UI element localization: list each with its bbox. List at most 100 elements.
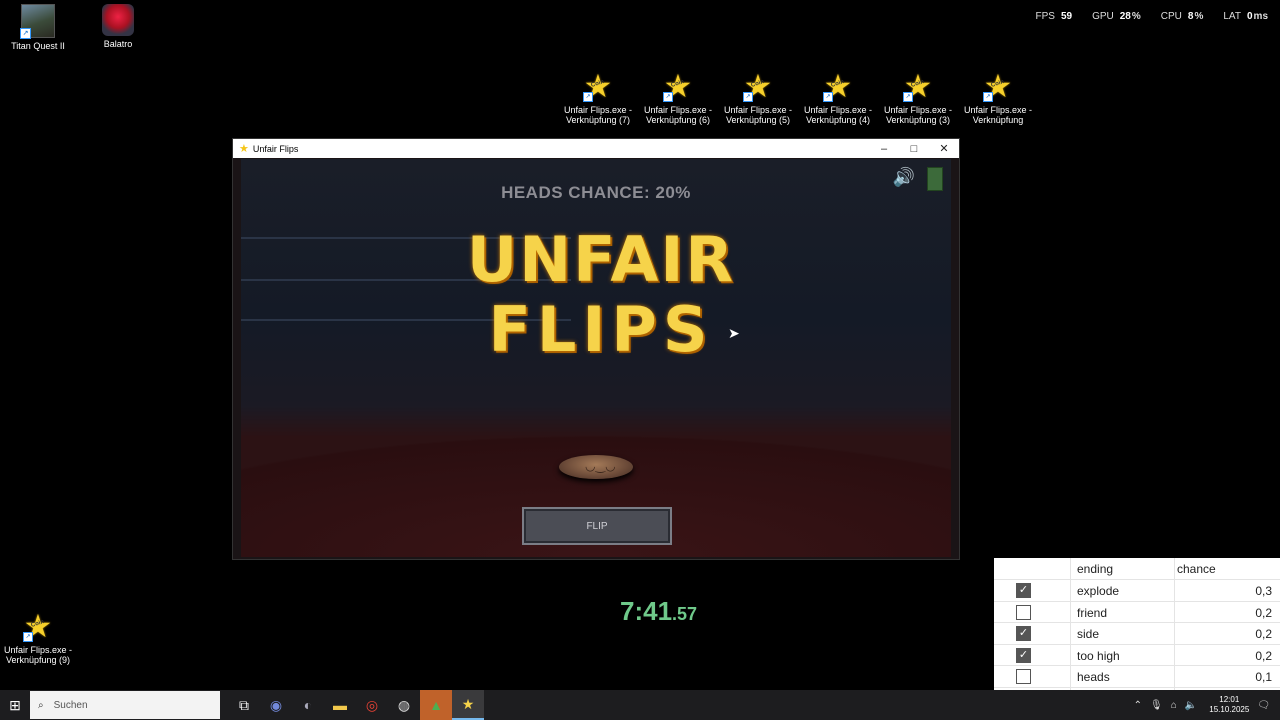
flip-button[interactable]: FLIP: [522, 507, 672, 545]
desktop-icon-titan-quest[interactable]: ↗ Titan Quest II: [0, 4, 76, 51]
logo-line2: FLIPS: [488, 293, 714, 366]
shortcut-label-line2: Verknüpfung (6): [645, 115, 711, 125]
shortcut-label-line2: Verknüpfung: [972, 115, 1024, 125]
network-icon[interactable]: ⌂: [1171, 700, 1177, 711]
row-checkbox[interactable]: [1016, 604, 1031, 620]
chance-cell: 0,2: [1255, 648, 1272, 663]
system-tray: ⌃ 🎙 ⌂ 🔈 12:01 15.10.2025 🗨: [1134, 695, 1280, 715]
timer-fraction: .57: [672, 604, 698, 624]
unfair-flips-taskbar-icon[interactable]: ★: [452, 690, 484, 720]
fps-stat: FPS 59: [1035, 11, 1073, 22]
discord-icon[interactable]: ◉: [260, 690, 292, 720]
ending-cell: too high: [1077, 648, 1120, 663]
unfair-flips-star-icon: ★ Coin ↗: [663, 68, 693, 104]
shortcut-unfair-flips-6[interactable]: ★ Coin ↗ Unfair Flips.exe - Verknüpfung (6…: [640, 70, 716, 125]
unfair-flips-star-icon: ★ Coin ↗: [823, 68, 853, 104]
game-window: ★ Unfair Flips – □ ✕ HEADS CHANCE: 20% 🔊…: [232, 138, 960, 560]
chance-cell: 0,1: [1255, 670, 1272, 685]
task-view-icon[interactable]: ⧉: [228, 690, 260, 720]
chrome-icon[interactable]: ◎: [356, 690, 388, 720]
shortcut-label-line2: Verknüpfung (7): [565, 115, 631, 125]
window-titlebar[interactable]: ★ Unfair Flips – □ ✕: [233, 139, 959, 158]
latency-stat: LAT 0ms: [1223, 11, 1268, 22]
clock-date: 15.10.2025: [1209, 705, 1250, 714]
row-checkbox[interactable]: ✓: [1016, 583, 1031, 598]
book-icon[interactable]: [927, 167, 943, 191]
shortcut-unfair-flips-5[interactable]: ★ Coin ↗ Unfair Flips.exe - Verknüpfung (5…: [720, 70, 796, 125]
maximize-button[interactable]: □: [899, 143, 929, 155]
windows-start-icon[interactable]: ⊞: [0, 697, 30, 714]
table-row: ✓ too high 0,2: [994, 645, 1280, 667]
game-logo: UNFAIR FLIPS: [466, 225, 736, 365]
desktop-icon-label: Titan Quest II: [11, 41, 65, 51]
unfair-flips-star-icon: ★ Coin ↗: [743, 68, 773, 104]
shortcut-label-line1: Unfair Flips.exe -: [563, 105, 633, 115]
app-star-icon: ★: [239, 143, 249, 155]
chevron-up-icon[interactable]: ⌃: [1134, 700, 1142, 711]
row-checkbox[interactable]: [1016, 669, 1031, 685]
unfair-flips-star-icon: ★ Coin ↗: [983, 68, 1013, 104]
balatro-icon: [102, 4, 134, 36]
speedrun-timer: 7:41.57: [620, 596, 697, 627]
unfair-flips-star-icon: ★ Coin ↗: [583, 68, 613, 104]
taskbar-search[interactable]: ⌕ Suchen: [30, 691, 220, 719]
table-row: ✓ explode 0,3: [994, 580, 1280, 602]
shortcut-label-line1: Unfair Flips.exe -: [883, 105, 953, 115]
shortcut-label-line1: Unfair Flips.exe -: [3, 645, 73, 655]
row-checkbox[interactable]: ✓: [1016, 647, 1031, 663]
shortcut-unfair-flips[interactable]: ★ Coin ↗ Unfair Flips.exe - Verknüpfung: [960, 70, 1036, 125]
shortcut-label-line1: Unfair Flips.exe -: [643, 105, 713, 115]
mouse-cursor-icon: ➤: [728, 325, 740, 341]
timer-main: 7:41: [620, 596, 673, 626]
row-checkbox[interactable]: ✓: [1016, 626, 1031, 642]
search-icon: ⌕: [38, 699, 44, 711]
table-row: friend 0,2: [994, 602, 1280, 624]
google-drive-icon[interactable]: ▲: [420, 690, 452, 720]
chance-cell: 0,2: [1255, 627, 1272, 642]
shortcut-label-line1: Unfair Flips.exe -: [723, 105, 793, 115]
notification-icon[interactable]: 🗨: [1257, 700, 1270, 711]
speaker-icon[interactable]: 🔊: [893, 167, 915, 188]
chance-cell: 0,2: [1255, 605, 1272, 620]
app-icon[interactable]: ◐: [292, 690, 324, 720]
shortcut-label-line1: Unfair Flips.exe -: [963, 105, 1033, 115]
shortcut-unfair-flips-7[interactable]: ★ Coin ↗ Unfair Flips.exe - Verknüpfung (7…: [560, 70, 636, 125]
shortcut-label-line2: Verknüpfung (9): [5, 655, 71, 665]
close-button[interactable]: ✕: [929, 142, 959, 155]
chance-cell: 0,3: [1255, 584, 1272, 598]
search-placeholder: Suchen: [53, 699, 88, 711]
shortcut-arrow-icon: ↗: [20, 28, 31, 39]
coin[interactable]: ◡‿◡: [559, 455, 633, 479]
microphone-icon[interactable]: 🎙: [1150, 700, 1163, 711]
shortcut-unfair-flips-3[interactable]: ★ Coin ↗ Unfair Flips.exe - Verknüpfung (3…: [880, 70, 956, 125]
volume-icon[interactable]: 🔈: [1185, 700, 1197, 711]
desktop-icon-label: Balatro: [103, 39, 133, 49]
shortcut-label-line2: Verknüpfung (5): [725, 115, 791, 125]
heads-chance-label: HEADS CHANCE: 20%: [501, 183, 691, 202]
obs-icon[interactable]: ◍: [388, 690, 420, 720]
clock[interactable]: 12:01 15.10.2025: [1209, 695, 1249, 715]
titan-quest-icon: ↗: [20, 4, 55, 39]
clock-time: 12:01: [1219, 695, 1240, 704]
header-chance: chance: [1177, 562, 1216, 576]
desktop-icon-balatro[interactable]: Balatro: [80, 4, 156, 49]
taskbar: ⊞ ⌕ Suchen ⧉ ◉ ◐ ▬ ◎ ◍ ▲ ★ ⌃ 🎙 ⌂ 🔈 12:01…: [0, 690, 1280, 720]
gpu-stat: GPU 28%: [1092, 11, 1141, 22]
unfair-flips-star-icon: ★ Coin ↗: [903, 68, 933, 104]
game-scene: HEADS CHANCE: 20% 🔊 UNFAIR FLIPS ◡‿◡ FLI…: [241, 159, 951, 557]
shortcut-unfair-flips-4[interactable]: ★ Coin ↗ Unfair Flips.exe - Verknüpfung (4…: [800, 70, 876, 125]
shortcut-unfair-flips-9[interactable]: ★ Coin ↗ Unfair Flips.exe - Verknüpfung (9…: [0, 610, 76, 665]
shortcut-label-line2: Verknüpfung (4): [805, 115, 871, 125]
ending-cell: side: [1077, 627, 1100, 642]
minimize-button[interactable]: –: [869, 143, 899, 155]
file-explorer-icon[interactable]: ▬: [324, 690, 356, 720]
table-row: heads 0,1: [994, 666, 1280, 688]
table-row: ✓ side 0,2: [994, 623, 1280, 645]
coin-face-icon: ◡‿◡: [585, 459, 616, 473]
logo-line1: UNFAIR: [466, 223, 736, 296]
table-header-row: ending chance: [994, 558, 1280, 580]
window-title: Unfair Flips: [252, 143, 299, 154]
ending-cell: friend: [1077, 605, 1108, 620]
performance-overlay: FPS 59 GPU 28% CPU 8% LAT 0ms: [1036, 11, 1269, 22]
endings-table: ending chance ✓ explode 0,3 friend 0,2 ✓…: [994, 558, 1280, 690]
